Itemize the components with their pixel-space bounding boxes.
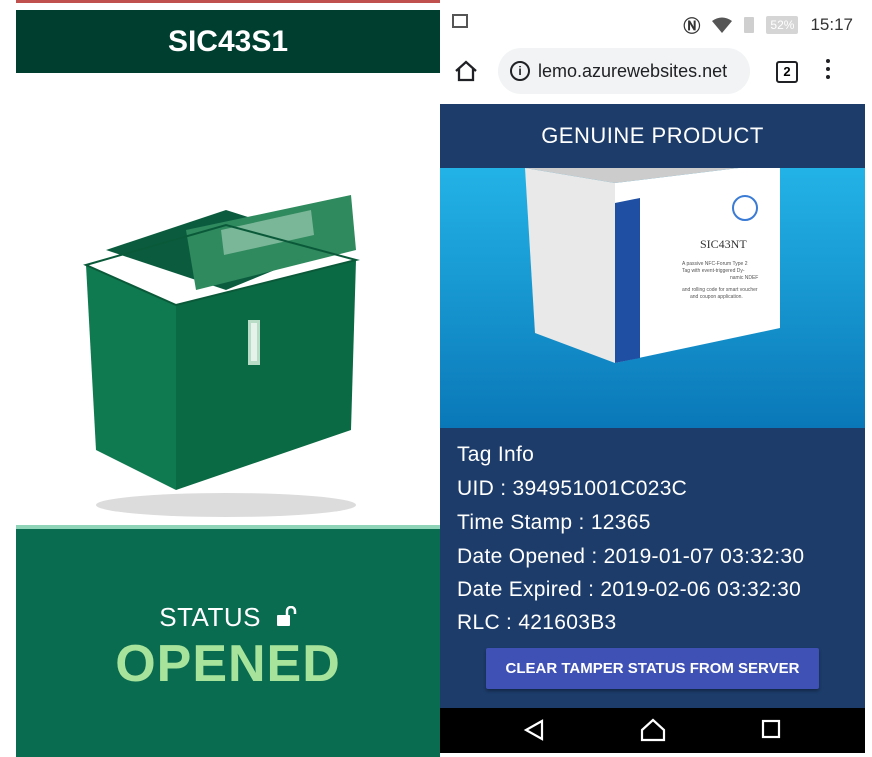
status-label-row: STATUS [16, 602, 440, 635]
nav-home-icon[interactable] [640, 718, 666, 742]
back-icon[interactable] [522, 718, 546, 742]
tag-info-heading: Tag Info [457, 443, 535, 466]
unlock-icon [275, 604, 297, 635]
status-icons: Ⓝ 52% 15:17 [683, 12, 853, 37]
clear-tamper-status-button[interactable]: CLEAR TAMPER STATUS FROM SERVER [486, 648, 819, 689]
nfc-icon: Ⓝ [683, 17, 701, 36]
address-bar[interactable]: i lemo.azurewebsites.net [498, 48, 750, 94]
page-header: GENUINE PRODUCT [440, 104, 865, 168]
menu-icon[interactable] [826, 59, 830, 83]
battery-alert-icon [744, 16, 755, 33]
product-box-text-2: Tag with event-triggered Dy- [682, 268, 745, 274]
date-opened-line: Date Opened : 2019-01-07 03:32:30 [457, 545, 805, 568]
wifi-icon [712, 17, 733, 33]
image-icon [452, 14, 468, 28]
tamper-status-panel: SIC43S1 STATUS OPENED [16, 10, 440, 757]
rlc-line: RLC : 421603B3 [457, 611, 617, 634]
opened-box-illustration [83, 195, 360, 517]
status-value: OPENED [115, 635, 341, 693]
phone-screen: Ⓝ 52% 15:17 i lemo.azurewebsites.net 2 G… [440, 0, 865, 753]
browser-toolbar: i lemo.azurewebsites.net 2 [440, 44, 865, 104]
product-box-text-3: namic NDEF [730, 275, 758, 281]
product-box-label: SIC43NT [700, 237, 747, 251]
battery-icon: 52% [766, 15, 799, 34]
home-icon[interactable] [454, 60, 478, 82]
clock: 15:17 [810, 14, 853, 34]
tag-info-panel: Tag Info UID : 394951001C023C Time Stamp… [440, 428, 865, 708]
url-text: lemo.azurewebsites.net [538, 60, 728, 81]
product-box-text-4: and rolling code for smart voucher [682, 287, 758, 293]
product-box-text-1: A passive NFC-Forum Type 2 [682, 261, 748, 267]
product-title: SIC43S1 [16, 10, 440, 73]
status-label: STATUS [159, 602, 261, 632]
android-status-bar: Ⓝ 52% 15:17 [440, 0, 865, 44]
status-section: STATUS OPENED [16, 525, 440, 757]
tabs-icon[interactable]: 2 [776, 61, 798, 83]
product-box-text-5: and coupon application. [690, 294, 743, 300]
uid-line: UID : 394951001C023C [457, 477, 688, 500]
recents-icon[interactable] [760, 718, 782, 740]
timestamp-line: Time Stamp : 12365 [457, 511, 651, 534]
android-nav-bar [440, 708, 865, 753]
date-expired-line: Date Expired : 2019-02-06 03:32:30 [457, 578, 802, 601]
product-image: SIC43NT A passive NFC-Forum Type 2 Tag w… [440, 168, 865, 428]
info-icon[interactable]: i [510, 61, 530, 81]
